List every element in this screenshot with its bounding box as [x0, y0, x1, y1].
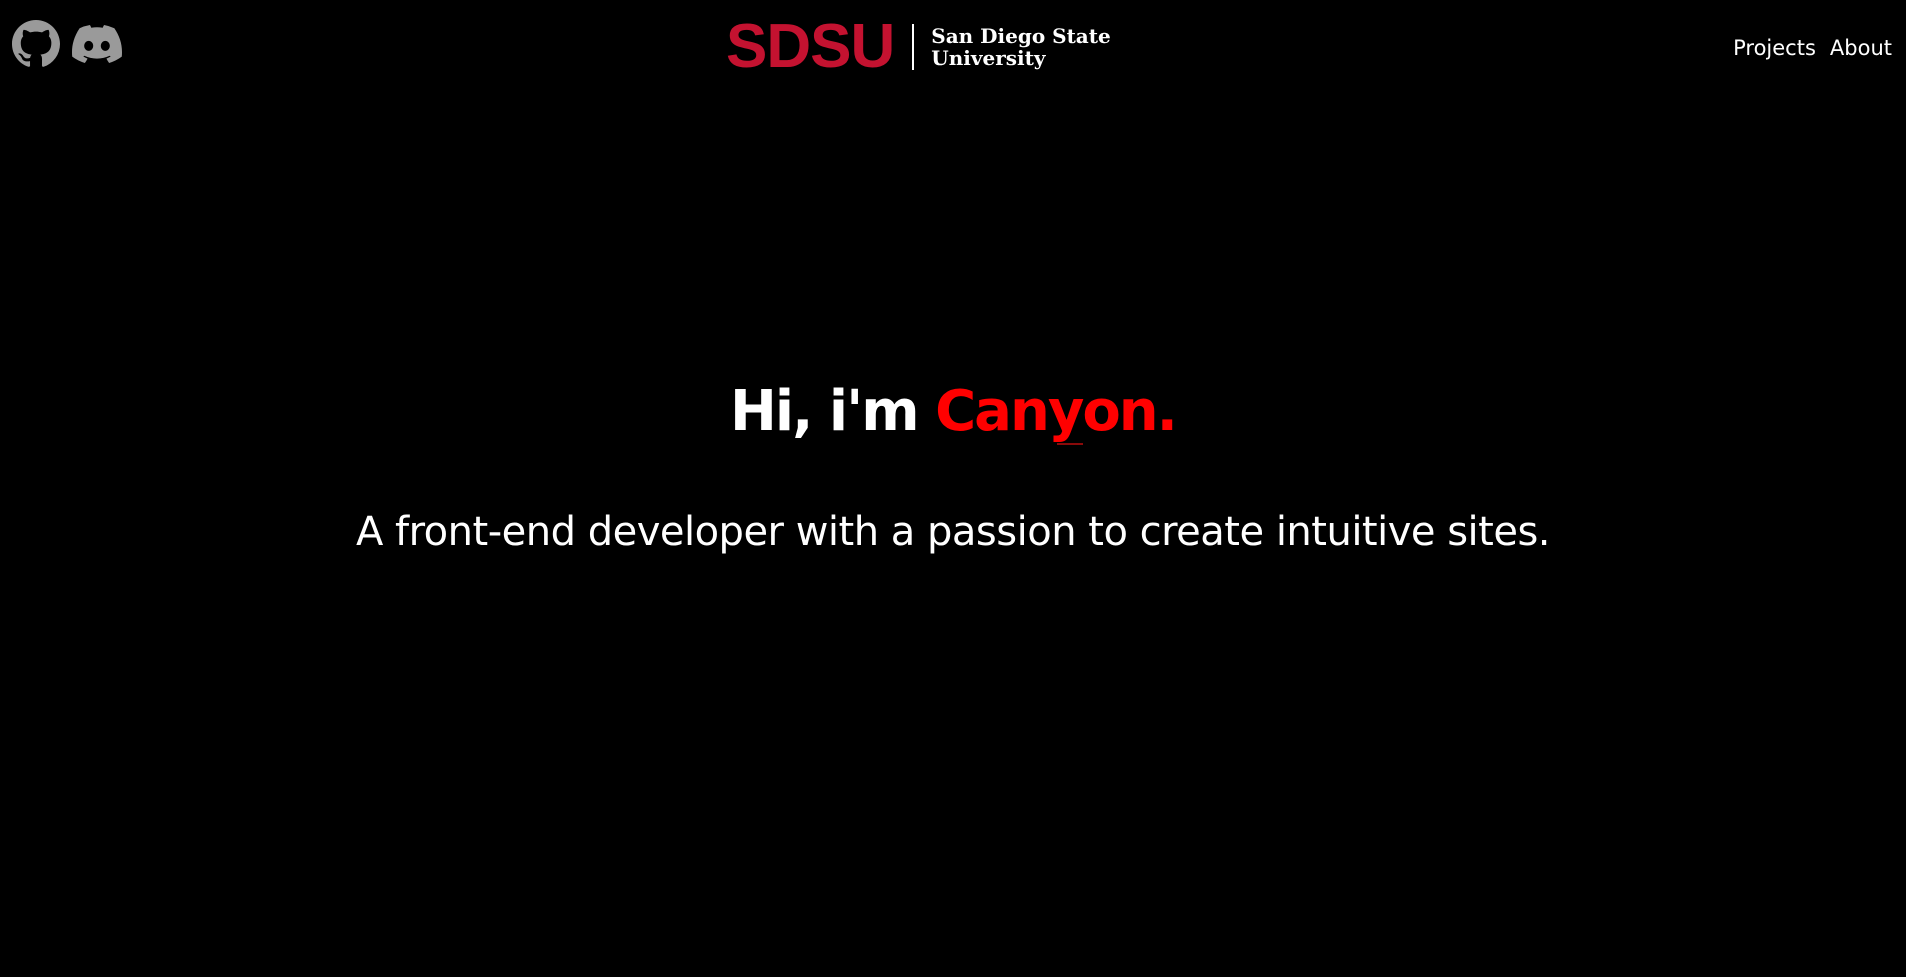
social-links: [12, 20, 122, 68]
main-nav: Projects About: [1733, 34, 1892, 62]
logo-wordmark: San Diego State University: [931, 25, 1110, 69]
logo-mark: SDSU: [726, 12, 895, 81]
nav-projects-link[interactable]: Projects: [1733, 34, 1816, 62]
github-link[interactable]: [12, 20, 60, 68]
nav-about-link[interactable]: About: [1830, 34, 1892, 62]
sdsu-logo[interactable]: SDSU San Diego State University: [726, 16, 1111, 78]
github-icon: [12, 20, 60, 67]
hero-subtitle: A front-end developer with a passion to …: [355, 509, 1551, 555]
hero-title-name: Canyon.: [935, 379, 1178, 444]
logo-line-1: San Diego State: [931, 24, 1111, 48]
discord-icon: [72, 25, 122, 63]
logo-divider: [912, 24, 915, 70]
logo-line-2: University: [931, 46, 1046, 70]
hero-title-prefix: Hi, i'm: [730, 379, 936, 444]
hero-title: Hi, i'm Canyon.: [0, 375, 1906, 449]
discord-link[interactable]: [72, 24, 122, 64]
